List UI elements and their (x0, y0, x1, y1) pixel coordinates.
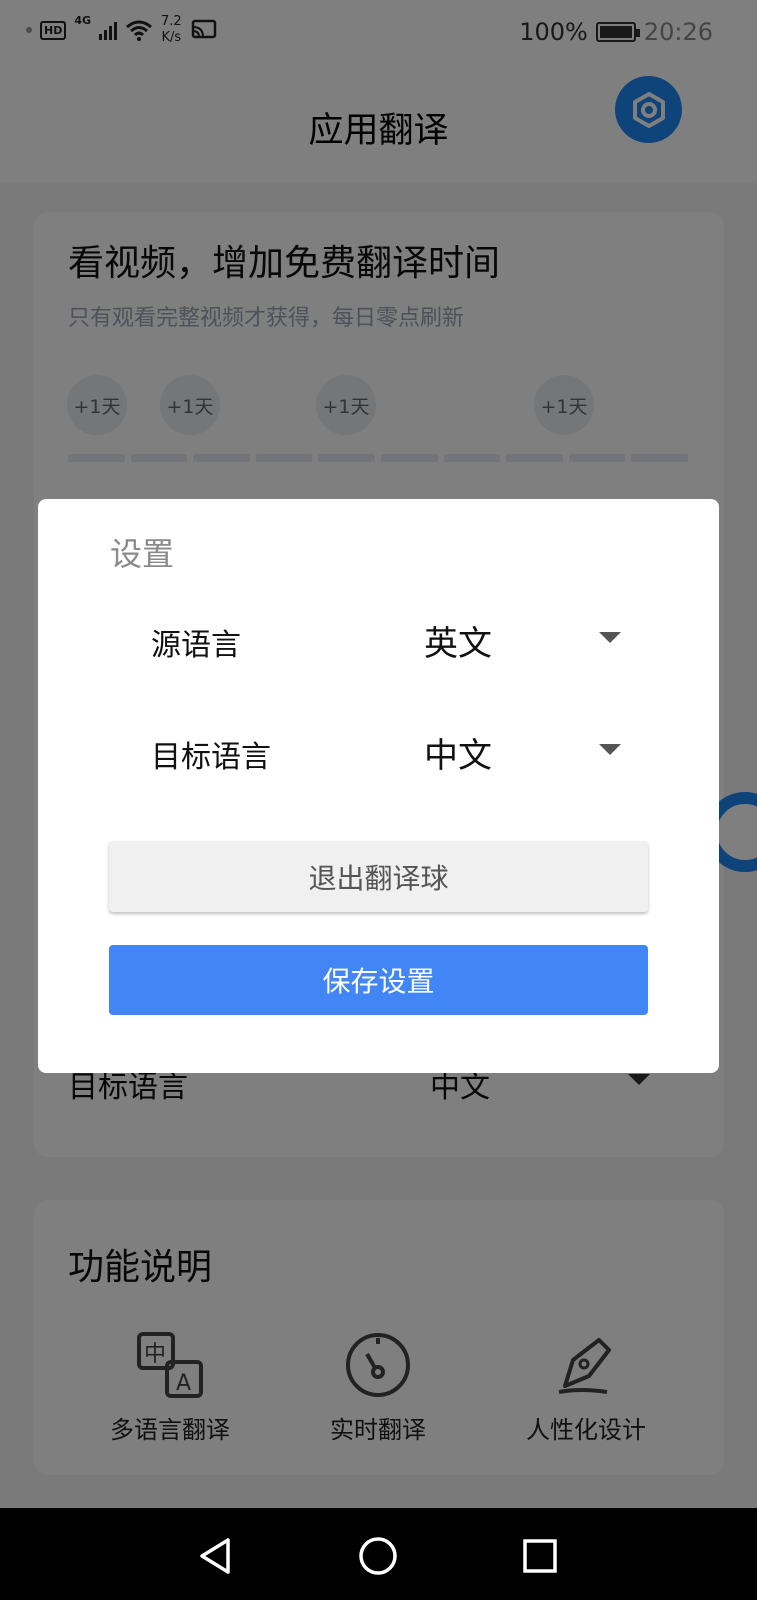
source-language-row[interactable]: 源语言 英文 (38, 608, 719, 668)
system-nav-bar (0, 1508, 757, 1600)
target-language-select[interactable]: 中文 (424, 728, 492, 777)
dialog-title: 设置 (110, 535, 175, 573)
dropdown-arrow-icon[interactable] (599, 744, 621, 755)
dropdown-arrow-icon[interactable] (599, 632, 621, 643)
source-language-label: 源语言 (151, 628, 241, 663)
back-icon[interactable] (196, 1536, 236, 1576)
exit-translate-ball-button[interactable]: 退出翻译球 (109, 841, 648, 912)
source-language-select[interactable]: 英文 (424, 616, 492, 665)
home-icon[interactable] (358, 1536, 398, 1576)
settings-dialog: 设置 源语言 英文 目标语言 中文 退出翻译球 保存设置 (38, 499, 719, 1073)
recents-icon[interactable] (520, 1536, 560, 1576)
save-settings-button[interactable]: 保存设置 (109, 945, 648, 1015)
target-language-row[interactable]: 目标语言 中文 (38, 720, 719, 780)
target-language-label: 目标语言 (151, 740, 271, 775)
